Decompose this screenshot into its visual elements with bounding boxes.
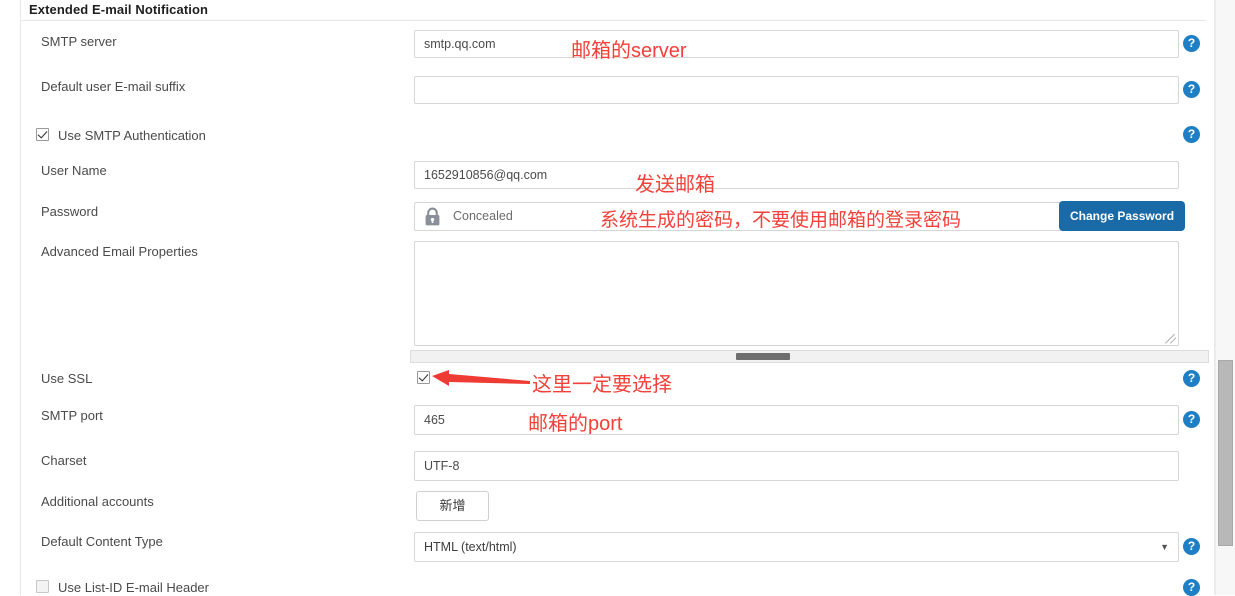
password-label: Password [41,204,99,219]
help-icon-smtp-port[interactable]: ? [1183,411,1200,428]
use-ssl-label: Use SSL [41,371,93,386]
annotation-port: 邮箱的port [528,413,623,435]
use-list-id-header-checkbox[interactable] [36,580,49,593]
form-left-rule [20,0,21,595]
annotation-ssl: 这里一定要选择 [532,374,672,396]
help-icon-use-smtp-auth[interactable]: ? [1183,126,1200,143]
annotation-server: 邮箱的server [571,40,687,62]
annotation-arrow-to-ssl-checkbox [432,370,530,386]
default-suffix-input[interactable] [414,76,1179,104]
user-name-label: User Name [41,163,107,178]
use-ssl-checkbox[interactable] [417,371,430,384]
advanced-email-properties-label: Advanced Email Properties [41,244,198,259]
password-concealed-text: Concealed [453,209,513,223]
smtp-server-input[interactable]: smtp.qq.com [414,30,1179,58]
horizontal-scrollbar[interactable] [410,350,1209,363]
change-password-button[interactable]: Change Password [1059,201,1186,231]
default-content-type-select[interactable]: HTML (text/html) ▼ [414,532,1179,562]
help-icon-default-content-type[interactable]: ? [1183,538,1200,555]
horizontal-scrollbar-thumb[interactable] [736,353,790,360]
charset-label: Charset [41,453,87,468]
use-smtp-auth-label: Use SMTP Authentication [58,128,206,143]
help-icon-smtp-server[interactable]: ? [1183,35,1200,52]
help-icon-use-ssl[interactable]: ? [1183,370,1200,387]
chevron-down-icon: ▼ [1160,542,1169,552]
user-name-input[interactable]: 1652910856@qq.com [414,161,1179,189]
section-title: Extended E-mail Notification [29,2,209,17]
annotation-sender: 发送邮箱 [635,174,715,196]
lock-icon [423,207,442,227]
default-content-type-value: HTML (text/html) [424,540,517,554]
annotation-password: 系统生成的密码，不要使用邮箱的登录密码 [600,210,962,231]
textarea-resize-handle[interactable] [1165,332,1177,344]
default-content-type-label: Default Content Type [41,534,163,549]
email-notification-settings-page: Extended E-mail Notification SMTP server… [0,0,1235,596]
additional-accounts-label: Additional accounts [41,494,154,509]
smtp-server-label: SMTP server [41,34,117,49]
use-list-id-header-label: Use List-ID E-mail Header [58,580,209,595]
section-divider [21,20,1206,21]
smtp-port-label: SMTP port [41,408,103,423]
default-suffix-label: Default user E-mail suffix [41,79,186,94]
help-icon-default-suffix[interactable]: ? [1183,81,1200,98]
charset-input[interactable]: UTF-8 [414,451,1179,481]
vertical-scrollbar-thumb[interactable] [1218,360,1233,546]
add-account-button[interactable]: 新增 [416,491,489,521]
advanced-email-properties-textarea[interactable] [414,241,1179,346]
use-smtp-auth-checkbox[interactable] [36,128,49,141]
help-icon-use-list-id-header[interactable]: ? [1183,579,1200,596]
